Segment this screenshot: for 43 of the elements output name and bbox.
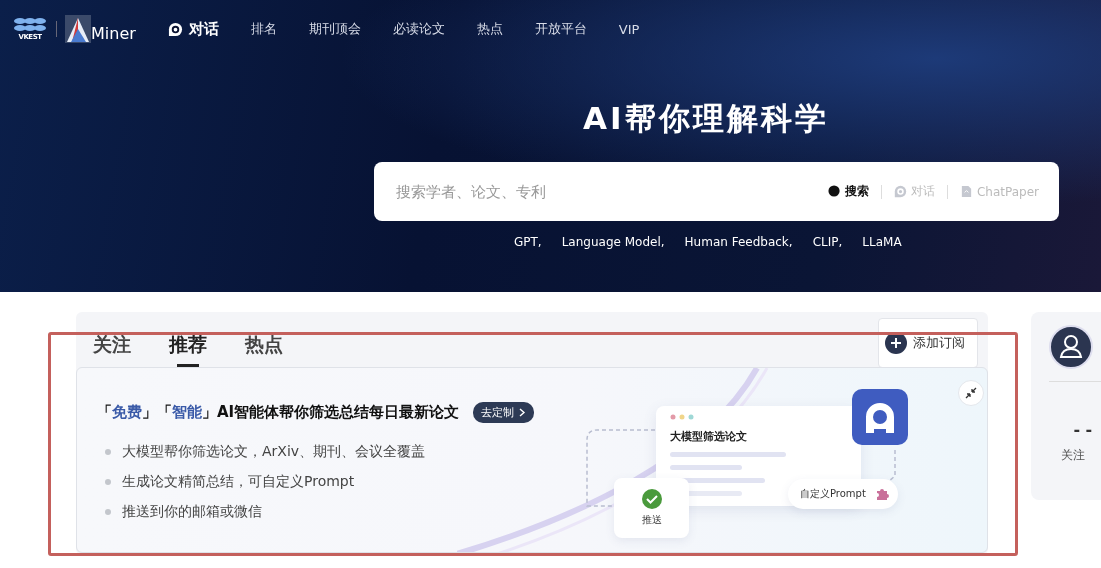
search-icon [827,185,841,198]
chat-icon [167,21,183,37]
nav-tab[interactable]: 必读论文 [392,20,445,38]
window-title: 大模型筛选论文 [670,429,748,444]
collapse-icon [965,387,977,399]
document-icon [959,185,973,198]
nav-tab[interactable]: 排名 [250,20,277,38]
search-mode-option[interactable]: 搜索 [827,183,869,200]
search-field[interactable]: 搜索学者、论文、专利 搜索 对话 ChatPaper [374,162,1059,221]
check-icon [641,489,662,509]
nav-tab[interactable]: 开放平台 [534,20,587,38]
plus-icon [885,332,908,354]
feed-tab[interactable]: 热点 [245,312,283,367]
bullet-icon [105,509,111,515]
nav-tab[interactable]: VIP [618,21,640,37]
chevron-right-icon [518,408,527,417]
nav-tab[interactable]: 热点 [476,20,503,38]
keyword-link[interactable]: Language Model, [561,235,665,249]
avatar-icon[interactable] [1049,325,1094,369]
customize-button[interactable]: 去定制 [473,402,535,423]
feed-tab[interactable]: 关注 [93,312,131,367]
keyword-link[interactable]: LLaMA [862,235,902,249]
collapse-button[interactable] [958,380,984,406]
follow-label: 关注 [1061,447,1086,464]
feature-text: 生成论文精简总结，可自定义Prompt [122,473,355,491]
hero-title: AI帮你理解科学 [583,99,830,138]
aminer-logo[interactable]: Miner [65,15,136,43]
add-subscription-button[interactable]: 添加订阅 [878,318,979,368]
keyword-link[interactable]: Human Feedback, [684,235,793,249]
keyword-link[interactable]: CLIP, [812,235,843,249]
feature-text: 大模型帮你筛选论文，ArXiv、期刊、会议全覆盖 [122,443,426,461]
bullet-icon [105,449,111,455]
keyword-link[interactable]: GPT, [514,235,542,249]
nav-tab[interactable]: 对话 [167,19,219,39]
follow-count: - - [1073,420,1093,439]
nav-tab[interactable]: 期刊顶会 [308,20,361,38]
prompt-label: 自定义Prompt [800,487,866,501]
push-label: 推送 [641,513,662,527]
feature-text: 推送到你的邮箱或微信 [122,503,262,521]
chat-icon [893,185,907,198]
banner-headline: 「免费」「智能」AI智能体帮你筛选总结每日最新论文 [97,403,460,422]
feed-tab[interactable]: 推荐 [169,312,207,367]
bullet-icon [105,479,111,485]
